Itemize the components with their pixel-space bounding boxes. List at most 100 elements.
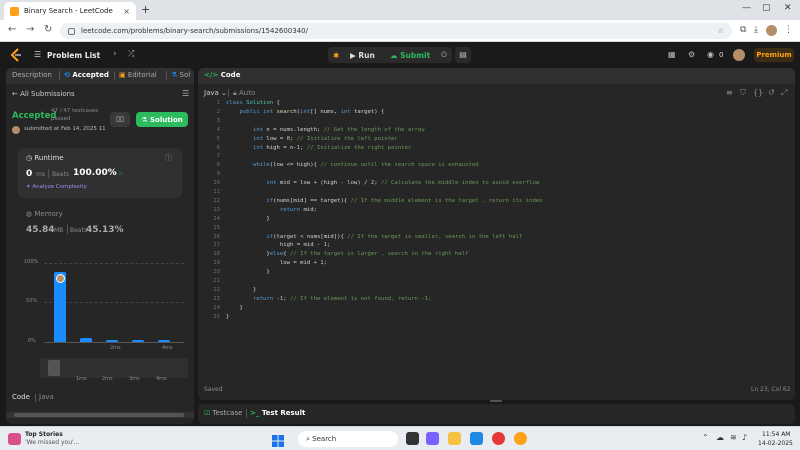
wifi-icon[interactable]: ≋ xyxy=(730,433,737,442)
site-info-icon[interactable] xyxy=(68,27,75,35)
problem-list-icon[interactable]: ☰ xyxy=(34,50,41,59)
bookmark-icon[interactable]: ⛉ xyxy=(740,88,746,98)
distribution-bar[interactable] xyxy=(158,340,170,342)
editor-tab-code[interactable]: </> Code xyxy=(204,71,240,79)
code-line[interactable]: } xyxy=(226,314,229,320)
code-line[interactable]: } xyxy=(226,287,256,293)
tab-editorial[interactable]: ▣ Editorial xyxy=(119,71,157,79)
solution-button[interactable]: ⚗ Solution xyxy=(136,112,188,127)
code-line[interactable]: high = mid - 1; xyxy=(226,242,331,248)
chrome-active-icon[interactable] xyxy=(514,432,527,445)
bookmark-star-icon[interactable]: ☆ xyxy=(718,27,724,35)
user-avatar[interactable] xyxy=(733,49,745,61)
chrome-icon[interactable] xyxy=(492,432,505,445)
auto-mode-toggle[interactable]: 🔒︎ Auto xyxy=(233,89,255,98)
all-submissions-link[interactable]: ← All Submissions xyxy=(12,90,75,98)
tab-accepted[interactable]: ⟲ Accepted xyxy=(64,71,109,79)
run-button[interactable]: ▶ Run xyxy=(350,47,375,63)
layout-grid-icon[interactable]: ▦ xyxy=(668,50,676,59)
leetcode-logo-icon[interactable] xyxy=(10,48,22,62)
tray-chevron-icon[interactable]: ⌃ xyxy=(702,433,709,442)
code-line[interactable]: } xyxy=(226,269,269,275)
analyze-complexity-link[interactable]: ✦ Analyze Complexity xyxy=(26,184,87,190)
range-slider[interactable] xyxy=(40,358,188,378)
settings-gear-icon[interactable]: ⚙ xyxy=(688,50,695,59)
reset-code-icon[interactable]: ↺ xyxy=(768,88,775,97)
code-line[interactable]: if(target < nums[mid]){ // If the target… xyxy=(226,234,522,240)
news-subtitle[interactable]: 'We missed you'... xyxy=(25,439,79,446)
code-line[interactable]: } xyxy=(226,216,269,222)
panel-menu-icon[interactable]: ☰ xyxy=(182,89,189,98)
profile-avatar[interactable] xyxy=(766,25,777,36)
browser-menu-icon[interactable]: ⋮ xyxy=(784,25,793,35)
code-line[interactable]: int low = 0; // Initialize the left poin… xyxy=(226,136,398,142)
copilot-icon[interactable] xyxy=(426,432,439,445)
streak-fire-icon[interactable]: ◉ xyxy=(707,50,714,59)
code-line[interactable]: low = mid + 1; xyxy=(226,260,327,266)
code-line[interactable]: class Solution { xyxy=(226,100,280,106)
volume-icon[interactable]: ♪ xyxy=(742,433,747,442)
code-line[interactable]: public int search(int[] nums, int target… xyxy=(226,109,384,115)
clock-time[interactable]: 11:54 AM xyxy=(762,431,790,438)
language-select[interactable]: Java ⌄ xyxy=(204,89,227,97)
news-title[interactable]: Top Stories xyxy=(25,431,63,438)
address-bar[interactable]: leetcode.com/problems/binary-search/subm… xyxy=(60,23,732,39)
tab-description[interactable]: Description xyxy=(12,71,52,79)
code-line[interactable]: int mid = low + (high - low) / 2; // Cal… xyxy=(226,180,539,186)
line-number: 5 xyxy=(216,135,220,142)
reload-icon[interactable]: ↻ xyxy=(44,24,52,35)
code-line[interactable]: int high = n-1; // Initialize the right … xyxy=(226,145,411,151)
code-braces-icon[interactable]: {} xyxy=(753,88,763,97)
maximize-button[interactable]: ▢ xyxy=(762,3,771,13)
tab-close-icon[interactable]: × xyxy=(123,7,130,16)
taskbar-search-box[interactable]: ⌕ Search xyxy=(298,431,398,447)
shuffle-icon[interactable]: ⤮ xyxy=(128,49,134,59)
minimize-button[interactable]: — xyxy=(742,3,751,13)
cloud-upload-icon: ☁ xyxy=(390,50,398,60)
tab-testcase[interactable]: ☑ Testcase xyxy=(204,409,242,417)
range-slider-handle[interactable] xyxy=(48,360,60,376)
scrollbar-thumb[interactable] xyxy=(14,413,184,417)
debug-icon[interactable]: ✱ xyxy=(333,47,339,63)
browser-tab[interactable]: Binary Search - LeetCode × xyxy=(4,2,136,20)
fullscreen-icon[interactable]: ⤢ xyxy=(781,88,787,98)
notes-book-icon[interactable]: ▯▯ xyxy=(110,112,130,127)
distribution-bar[interactable] xyxy=(80,338,92,342)
premium-button[interactable]: Premium xyxy=(754,48,794,62)
submit-button[interactable]: ☁ Submit xyxy=(390,47,430,63)
new-tab-button[interactable]: + xyxy=(141,3,150,16)
cloud-icon[interactable]: ☁ xyxy=(716,433,724,442)
horizontal-scrollbar[interactable] xyxy=(6,412,194,418)
downloads-icon[interactable]: ⤓ xyxy=(754,25,758,35)
info-icon[interactable]: ⓘ xyxy=(165,153,172,163)
code-line[interactable]: if(nums[mid] == target){ // If the middl… xyxy=(226,198,542,204)
code-line[interactable]: int n = nums.length; // Get the length o… xyxy=(226,127,425,133)
code-line[interactable]: } xyxy=(226,305,242,311)
windows-start-icon[interactable] xyxy=(272,432,284,447)
tab-test-result[interactable]: >_ Test Result xyxy=(250,409,305,417)
back-arrow-icon[interactable]: ← xyxy=(8,24,16,35)
clock-date[interactable]: 14-02-2025 xyxy=(758,440,793,447)
notes-icon[interactable]: ▤ xyxy=(455,47,471,63)
tab-solutions[interactable]: ⚗ Sol xyxy=(171,71,190,79)
code-line[interactable]: return -1; // If the element is not foun… xyxy=(226,296,432,302)
code-line[interactable]: return mid; xyxy=(226,207,317,213)
prev-problem-icon[interactable]: ‹ xyxy=(96,49,100,59)
news-widget-icon[interactable] xyxy=(8,433,21,445)
panel-resize-handle[interactable] xyxy=(490,400,502,402)
next-problem-icon[interactable]: › xyxy=(113,49,117,59)
code-line[interactable]: while(low <= high){ // continue until th… xyxy=(226,162,479,168)
extensions-icon[interactable]: ⧉ xyxy=(740,25,746,35)
distribution-bar[interactable] xyxy=(132,340,144,342)
file-explorer-icon[interactable] xyxy=(448,432,461,445)
timer-icon[interactable]: ⏲ xyxy=(436,47,452,63)
forward-arrow-icon[interactable]: → xyxy=(26,24,34,35)
edge-browser-icon[interactable] xyxy=(470,432,483,445)
distribution-bar[interactable] xyxy=(106,340,118,342)
code-line[interactable]: }else{ // If the target is larger , sear… xyxy=(226,251,468,257)
code-area[interactable]: 1 class Solution {2 public int search(int… xyxy=(198,100,795,380)
task-view-icon[interactable] xyxy=(406,432,419,445)
problem-list-link[interactable]: Problem List xyxy=(47,51,100,60)
close-window-button[interactable]: ✕ xyxy=(784,3,792,13)
format-code-icon[interactable]: ≡ xyxy=(726,88,733,97)
